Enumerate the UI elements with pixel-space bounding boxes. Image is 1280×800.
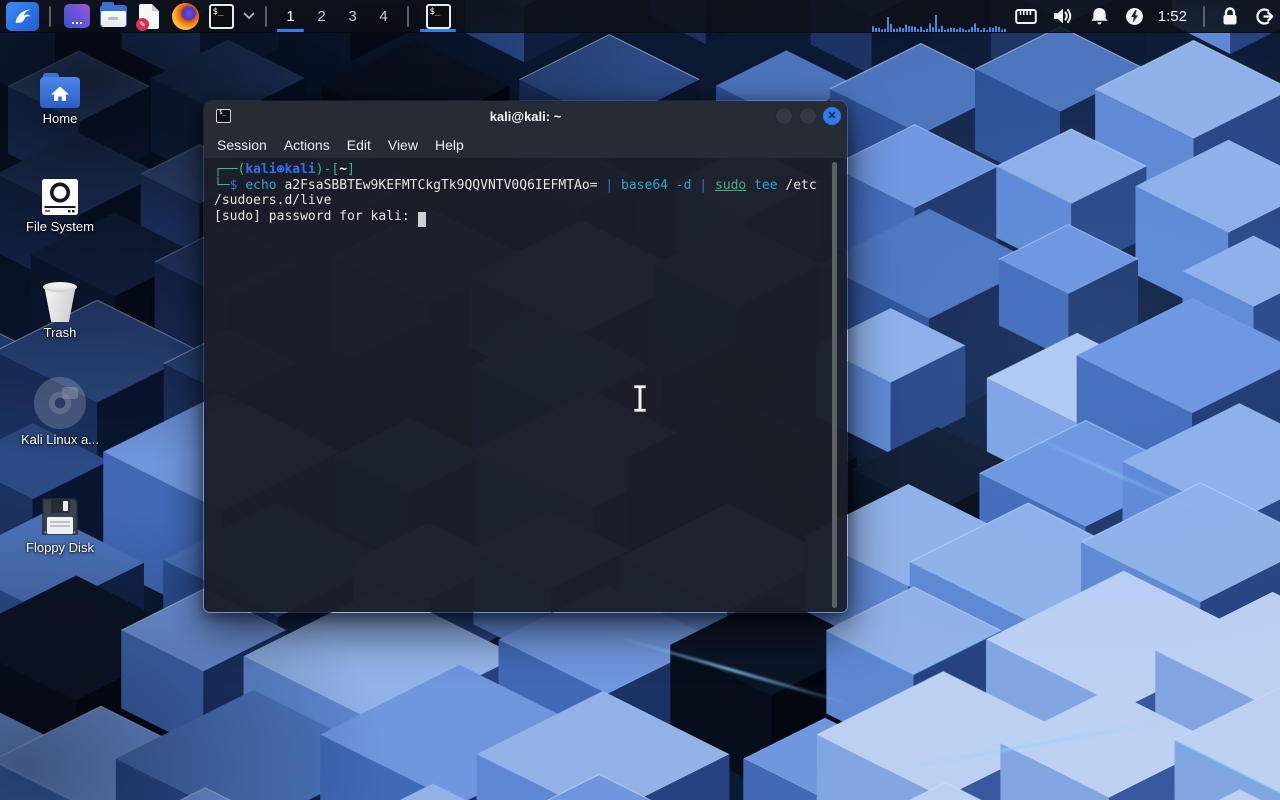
menu-view[interactable]: View — [388, 137, 418, 153]
launcher-terminal[interactable]: $_ — [206, 0, 236, 33]
terminal-menubar: Session Actions Edit View Help — [204, 131, 847, 158]
launcher-file-manager[interactable] — [98, 0, 128, 33]
file-manager-icon — [100, 5, 127, 27]
terminal-scrollbar[interactable] — [832, 162, 837, 608]
trash-bin-icon — [12, 276, 108, 322]
lock-icon — [1221, 7, 1239, 26]
panel-separator — [265, 6, 267, 27]
chevron-down-icon — [243, 12, 255, 20]
power-bolt-icon — [1125, 7, 1144, 26]
minimize-button[interactable] — [775, 107, 793, 125]
terminal-window: $_ kali@kali: ~ ✕ Session Actions Edit V… — [203, 100, 848, 613]
ethernet-icon — [1015, 8, 1037, 25]
desktop-icon-label: Floppy Disk — [12, 540, 108, 555]
launcher-firefox[interactable] — [170, 0, 200, 33]
power-manager-tray-item[interactable] — [1125, 7, 1144, 26]
desktop-icon-kali-linux[interactable]: Kali Linux a... — [12, 383, 108, 447]
bell-icon — [1090, 7, 1109, 26]
panel-separator — [49, 6, 51, 27]
workspace-1[interactable]: 1 — [275, 0, 306, 33]
launcher-text-editor[interactable]: ✎ — [134, 0, 164, 33]
volume-icon — [1053, 7, 1074, 25]
top-panel: ✎ $_ 1 2 3 4 $_ — [0, 0, 1280, 33]
workspace-3[interactable]: 3 — [337, 0, 368, 33]
cpu-graph[interactable] — [872, 10, 1007, 32]
launcher-app-window[interactable] — [62, 0, 92, 33]
close-button[interactable]: ✕ — [823, 107, 841, 125]
firefox-icon — [172, 3, 199, 30]
terminal-icon: $_ — [426, 4, 451, 29]
lock-screen-button[interactable] — [1221, 7, 1239, 26]
desktop: { "panel": { "icons": ["kali-menu", "app… — [0, 0, 1280, 800]
menu-edit[interactable]: Edit — [347, 137, 371, 153]
logout-icon — [1255, 7, 1274, 26]
app-window-icon — [64, 4, 90, 28]
panel-separator — [1203, 6, 1205, 27]
panel-separator — [407, 6, 409, 27]
home-folder-icon — [12, 62, 108, 108]
taskbar-terminal-window-button[interactable]: $_ — [417, 0, 459, 33]
window-title: kali@kali: ~ — [204, 109, 847, 124]
menu-help[interactable]: Help — [435, 137, 464, 153]
desktop-icon-floppy-disk[interactable]: Floppy Disk — [12, 491, 108, 555]
desktop-icon-home[interactable]: Home — [12, 62, 108, 126]
terminal-output-area[interactable]: ┌──(kali⊛kali)-[~]└─$ echo a2FsaSBBTEw9K… — [204, 158, 847, 613]
terminal-output-text: ┌──(kali⊛kali)-[~]└─$ echo a2FsaSBBTEw9K… — [214, 162, 837, 227]
maximize-button[interactable] — [799, 107, 817, 125]
floppy-disk-icon — [12, 491, 108, 537]
terminal-title-icon: $_ — [216, 109, 231, 123]
volume-tray-item[interactable] — [1053, 7, 1074, 25]
logout-button[interactable] — [1255, 7, 1274, 26]
desktop-icon-file-system[interactable]: File System — [12, 170, 108, 234]
workspace-2[interactable]: 2 — [306, 0, 337, 33]
desktop-icon-label: Kali Linux a... — [12, 432, 108, 447]
menu-session[interactable]: Session — [217, 137, 267, 153]
workspace-4[interactable]: 4 — [368, 0, 399, 33]
text-editor-icon: ✎ — [139, 4, 159, 29]
clock[interactable]: 1:52 — [1158, 8, 1187, 25]
desktop-icon-trash[interactable]: Trash — [12, 276, 108, 340]
network-tray-item[interactable] — [1015, 8, 1037, 25]
notifications-tray-item[interactable] — [1090, 7, 1109, 26]
desktop-icon-label: File System — [12, 219, 108, 234]
terminal-titlebar[interactable]: $_ kali@kali: ~ ✕ — [204, 101, 847, 131]
desktop-icon-label: Home — [12, 111, 108, 126]
desktop-icon-label: Trash — [12, 325, 108, 340]
kali-dragon-icon — [12, 5, 34, 27]
menu-actions[interactable]: Actions — [284, 137, 330, 153]
launcher-dropdown-button[interactable] — [243, 0, 255, 33]
terminal-icon: $_ — [209, 4, 234, 29]
applications-menu-button[interactable] — [6, 2, 39, 31]
optical-disc-icon — [12, 383, 108, 429]
hard-drive-icon — [12, 170, 108, 216]
